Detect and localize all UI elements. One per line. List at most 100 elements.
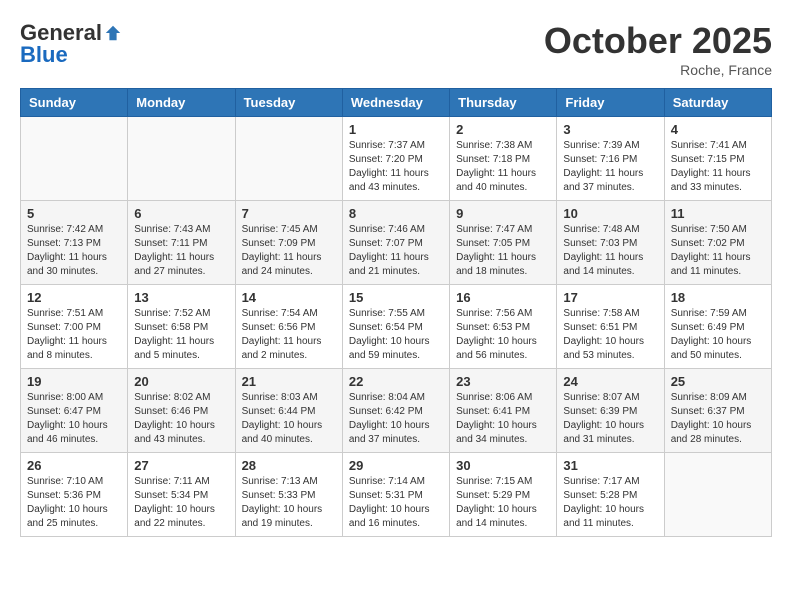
table-row: 5 Sunrise: 7:42 AM Sunset: 7:13 PM Daylig…	[21, 201, 128, 285]
day-info: Sunrise: 7:58 AM Sunset: 6:51 PM Dayligh…	[563, 307, 657, 363]
table-row: 9 Sunrise: 7:47 AM Sunset: 7:05 PM Daylig…	[450, 201, 557, 285]
day-number: 3	[563, 122, 657, 137]
calendar-week-1: 1 Sunrise: 7:37 AM Sunset: 7:20 PM Daylig…	[21, 117, 772, 201]
table-row: 10Sunrise: 7:48 AM Sunset: 7:03 PM Dayli…	[557, 201, 664, 285]
day-number: 7	[242, 206, 336, 221]
day-number: 15	[349, 290, 443, 305]
day-info: Sunrise: 8:06 AM Sunset: 6:41 PM Dayligh…	[456, 391, 550, 447]
table-row: 15 Sunrise: 7:55 AM Sunset: 6:54 PM Dayli…	[342, 285, 449, 369]
day-number: 30	[456, 458, 550, 473]
day-info: Sunrise: 7:56 AM Sunset: 6:53 PM Dayligh…	[456, 307, 550, 363]
table-row: 25 Sunrise: 8:09 AM Sunset: 6:37 PM Dayli…	[664, 369, 771, 453]
calendar-table: Sunday Monday Tuesday Wednesday Thursday…	[20, 88, 772, 537]
header-monday: Monday	[128, 89, 235, 117]
table-row: 21Sunrise: 8:03 AM Sunset: 6:44 PM Dayli…	[235, 369, 342, 453]
day-info: Sunrise: 7:50 AM Sunset: 7:02 PM Dayligh…	[671, 223, 765, 279]
table-row: 24Sunrise: 8:07 AM Sunset: 6:39 PM Dayli…	[557, 369, 664, 453]
header-thursday: Thursday	[450, 89, 557, 117]
day-info: Sunrise: 8:09 AM Sunset: 6:37 PM Dayligh…	[671, 391, 765, 447]
table-row: 28 Sunrise: 7:13 AM Sunset: 5:33 PM Dayli…	[235, 453, 342, 537]
calendar-week-4: 19 Sunrise: 8:00 AM Sunset: 6:47 PM Dayli…	[21, 369, 772, 453]
day-number: 17	[563, 290, 657, 305]
table-row: 22 Sunrise: 8:04 AM Sunset: 6:42 PM Dayli…	[342, 369, 449, 453]
page-header: General Blue October 2025 Roche, France	[20, 20, 772, 78]
day-number: 28	[242, 458, 336, 473]
table-row	[664, 453, 771, 537]
day-info: Sunrise: 7:39 AM Sunset: 7:16 PM Dayligh…	[563, 139, 657, 195]
logo-blue-text: Blue	[20, 42, 68, 68]
day-number: 20	[134, 374, 228, 389]
table-row: 8Sunrise: 7:46 AM Sunset: 7:07 PM Daylig…	[342, 201, 449, 285]
calendar-week-2: 5 Sunrise: 7:42 AM Sunset: 7:13 PM Daylig…	[21, 201, 772, 285]
table-row	[128, 117, 235, 201]
day-number: 16	[456, 290, 550, 305]
day-info: Sunrise: 7:52 AM Sunset: 6:58 PM Dayligh…	[134, 307, 228, 363]
day-number: 9	[456, 206, 550, 221]
table-row: 29 Sunrise: 7:14 AM Sunset: 5:31 PM Dayli…	[342, 453, 449, 537]
table-row: 16 Sunrise: 7:56 AM Sunset: 6:53 PM Dayli…	[450, 285, 557, 369]
day-info: Sunrise: 7:41 AM Sunset: 7:15 PM Dayligh…	[671, 139, 765, 195]
table-row: 7Sunrise: 7:45 AM Sunset: 7:09 PM Daylig…	[235, 201, 342, 285]
logo: General Blue	[20, 20, 122, 68]
day-number: 23	[456, 374, 550, 389]
day-info: Sunrise: 7:38 AM Sunset: 7:18 PM Dayligh…	[456, 139, 550, 195]
day-info: Sunrise: 7:14 AM Sunset: 5:31 PM Dayligh…	[349, 475, 443, 531]
day-info: Sunrise: 7:15 AM Sunset: 5:29 PM Dayligh…	[456, 475, 550, 531]
table-row: 30 Sunrise: 7:15 AM Sunset: 5:29 PM Dayli…	[450, 453, 557, 537]
day-info: Sunrise: 8:00 AM Sunset: 6:47 PM Dayligh…	[27, 391, 121, 447]
table-row: 23 Sunrise: 8:06 AM Sunset: 6:41 PM Dayli…	[450, 369, 557, 453]
day-number: 6	[134, 206, 228, 221]
day-info: Sunrise: 7:37 AM Sunset: 7:20 PM Dayligh…	[349, 139, 443, 195]
day-info: Sunrise: 7:47 AM Sunset: 7:05 PM Dayligh…	[456, 223, 550, 279]
day-info: Sunrise: 7:43 AM Sunset: 7:11 PM Dayligh…	[134, 223, 228, 279]
header-wednesday: Wednesday	[342, 89, 449, 117]
day-number: 19	[27, 374, 121, 389]
day-number: 5	[27, 206, 121, 221]
location: Roche, France	[544, 62, 772, 78]
day-number: 31	[563, 458, 657, 473]
day-number: 13	[134, 290, 228, 305]
day-info: Sunrise: 7:42 AM Sunset: 7:13 PM Dayligh…	[27, 223, 121, 279]
table-row: 1 Sunrise: 7:37 AM Sunset: 7:20 PM Daylig…	[342, 117, 449, 201]
table-row: 3 Sunrise: 7:39 AM Sunset: 7:16 PM Daylig…	[557, 117, 664, 201]
table-row: 11Sunrise: 7:50 AM Sunset: 7:02 PM Dayli…	[664, 201, 771, 285]
day-info: Sunrise: 8:04 AM Sunset: 6:42 PM Dayligh…	[349, 391, 443, 447]
table-row	[235, 117, 342, 201]
table-row: 19 Sunrise: 8:00 AM Sunset: 6:47 PM Dayli…	[21, 369, 128, 453]
day-info: Sunrise: 7:11 AM Sunset: 5:34 PM Dayligh…	[134, 475, 228, 531]
calendar-week-5: 26Sunrise: 7:10 AM Sunset: 5:36 PM Dayli…	[21, 453, 772, 537]
day-info: Sunrise: 7:51 AM Sunset: 7:00 PM Dayligh…	[27, 307, 121, 363]
table-row: 26Sunrise: 7:10 AM Sunset: 5:36 PM Dayli…	[21, 453, 128, 537]
header-sunday: Sunday	[21, 89, 128, 117]
day-number: 14	[242, 290, 336, 305]
day-number: 27	[134, 458, 228, 473]
day-number: 25	[671, 374, 765, 389]
day-number: 26	[27, 458, 121, 473]
header-friday: Friday	[557, 89, 664, 117]
table-row: 4Sunrise: 7:41 AM Sunset: 7:15 PM Daylig…	[664, 117, 771, 201]
calendar-header-row: Sunday Monday Tuesday Wednesday Thursday…	[21, 89, 772, 117]
day-number: 12	[27, 290, 121, 305]
day-info: Sunrise: 7:48 AM Sunset: 7:03 PM Dayligh…	[563, 223, 657, 279]
table-row: 31 Sunrise: 7:17 AM Sunset: 5:28 PM Dayli…	[557, 453, 664, 537]
day-info: Sunrise: 7:17 AM Sunset: 5:28 PM Dayligh…	[563, 475, 657, 531]
calendar-week-3: 12 Sunrise: 7:51 AM Sunset: 7:00 PM Dayli…	[21, 285, 772, 369]
day-info: Sunrise: 7:59 AM Sunset: 6:49 PM Dayligh…	[671, 307, 765, 363]
day-info: Sunrise: 7:13 AM Sunset: 5:33 PM Dayligh…	[242, 475, 336, 531]
table-row: 6 Sunrise: 7:43 AM Sunset: 7:11 PM Daylig…	[128, 201, 235, 285]
day-number: 1	[349, 122, 443, 137]
day-number: 2	[456, 122, 550, 137]
table-row: 2 Sunrise: 7:38 AM Sunset: 7:18 PM Daylig…	[450, 117, 557, 201]
day-info: Sunrise: 8:02 AM Sunset: 6:46 PM Dayligh…	[134, 391, 228, 447]
day-number: 22	[349, 374, 443, 389]
day-info: Sunrise: 7:46 AM Sunset: 7:07 PM Dayligh…	[349, 223, 443, 279]
day-number: 29	[349, 458, 443, 473]
table-row: 14Sunrise: 7:54 AM Sunset: 6:56 PM Dayli…	[235, 285, 342, 369]
table-row: 20 Sunrise: 8:02 AM Sunset: 6:46 PM Dayli…	[128, 369, 235, 453]
title-area: October 2025 Roche, France	[544, 20, 772, 78]
logo-icon	[104, 24, 122, 42]
day-info: Sunrise: 7:55 AM Sunset: 6:54 PM Dayligh…	[349, 307, 443, 363]
day-info: Sunrise: 8:07 AM Sunset: 6:39 PM Dayligh…	[563, 391, 657, 447]
table-row: 13 Sunrise: 7:52 AM Sunset: 6:58 PM Dayli…	[128, 285, 235, 369]
day-number: 18	[671, 290, 765, 305]
